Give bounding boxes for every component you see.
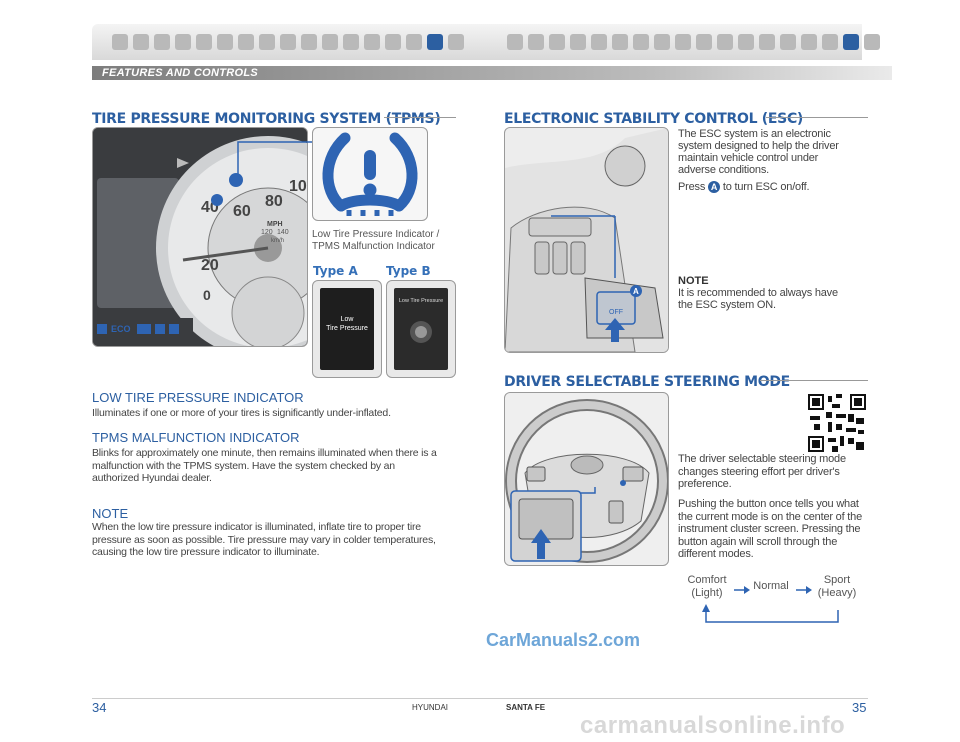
tpms-indicator-caption: Low Tire Pressure Indicator / TPMS Malfu… — [312, 229, 440, 252]
type-a-display: Low Tire Pressure — [312, 280, 382, 378]
low-tire-heading: LOW TIRE PRESSURE INDICATOR — [92, 390, 304, 405]
mode-cycle-arrows — [702, 586, 839, 623]
type-b-screen: Low Tire Pressure — [394, 288, 448, 370]
steering-paragraph-1: The driver selectable steering mode chan… — [678, 453, 846, 490]
type-a-label: Type A — [313, 264, 358, 278]
esc-press-line: Press A to turn ESC on/off. — [678, 181, 868, 194]
steering-wheel-image — [504, 392, 669, 566]
watermark-center: CarManuals2.com — [486, 630, 641, 650]
qr-code — [808, 394, 866, 452]
cluster-eco-label: ECO — [111, 324, 131, 334]
feature-icons-left — [112, 34, 464, 50]
feature-icon-bar — [92, 24, 880, 60]
tpms-indicator-panel — [312, 127, 428, 221]
cluster-mph: MPH — [267, 221, 283, 228]
tire-icon — [410, 321, 432, 343]
steering-heading-rule — [760, 380, 868, 381]
steering-wheel-drawing — [505, 399, 668, 563]
steering-paragraph-2: Pushing the button once tells you what t… — [678, 498, 863, 560]
tpms-note-text: When the low tire pressure indicator is … — [92, 521, 436, 558]
tpms-heading-rule — [384, 117, 456, 118]
page-number-right: 35 — [852, 700, 867, 715]
steering-heading: DRIVER SELECTABLE STEERING MODE — [504, 374, 790, 390]
footer-brand-left: HYUNDAI — [412, 703, 449, 712]
watermark-bottom: carmanualsonline.info — [580, 712, 846, 739]
tpms-heading: TIRE PRESSURE MONITORING SYSTEM (TPMS) — [92, 111, 441, 127]
esc-tab-icon — [843, 34, 859, 50]
type-a-text: Low Tire Pressure — [326, 316, 368, 332]
cluster-tick-60: 60 — [233, 203, 251, 220]
esc-press-prefix: Press — [678, 181, 706, 193]
tpms-callout-line — [237, 141, 314, 180]
section-bar: FEATURES AND CONTROLS — [92, 66, 892, 80]
esc-off-button-label: OFF — [609, 309, 623, 316]
footer-rule — [92, 698, 868, 699]
type-b-label: Type B — [386, 264, 431, 278]
esc-heading-rule — [766, 117, 868, 118]
esc-press-badge: A — [707, 181, 720, 193]
esc-heading: ELECTRONIC STABILITY CONTROL (ESC) — [504, 111, 804, 127]
esc-note-text: It is recommended to always have the ESC… — [678, 287, 838, 311]
esc-switch-panel-image: OFF A — [504, 127, 669, 353]
esc-note-heading: NOTE — [678, 275, 709, 287]
cluster-tick-140: 140 — [277, 229, 289, 236]
tpms-malfunction-text: Blinks for approximately one minute, the… — [92, 447, 437, 484]
page-number-left: 34 — [92, 700, 107, 715]
esc-press-suffix: to turn ESC on/off. — [722, 181, 810, 193]
cluster-kmh: km/h — [271, 238, 284, 244]
cluster-esc-icon — [211, 194, 223, 206]
esc-switch-drawing: OFF A — [505, 128, 668, 352]
tpms-warning-icon — [322, 132, 418, 216]
cluster-tick-20: 20 — [201, 257, 219, 274]
type-b-display: Low Tire Pressure — [386, 280, 456, 378]
cluster-tick-120: 120 — [261, 229, 273, 236]
type-b-text: Low Tire Pressure — [398, 298, 444, 304]
feature-icons-right — [507, 34, 880, 50]
low-tire-text: Illuminates if one or more of your tires… — [92, 407, 391, 419]
tpms-tab-icon — [427, 34, 443, 50]
tpms-malfunction-heading: TPMS MALFUNCTION INDICATOR — [92, 430, 300, 445]
type-a-screen: Low Tire Pressure — [320, 288, 374, 370]
tpms-note-heading: NOTE — [92, 506, 129, 521]
esc-intro-text: The ESC system is an electronic system d… — [678, 128, 839, 176]
footer-brand-right: SANTA FE — [506, 703, 546, 712]
section-title: FEATURES AND CONTROLS — [102, 67, 259, 79]
esc-callout-letter: A — [633, 287, 639, 296]
svg-text:0: 0 — [203, 287, 211, 303]
cluster-tick-80: 80 — [265, 193, 283, 210]
